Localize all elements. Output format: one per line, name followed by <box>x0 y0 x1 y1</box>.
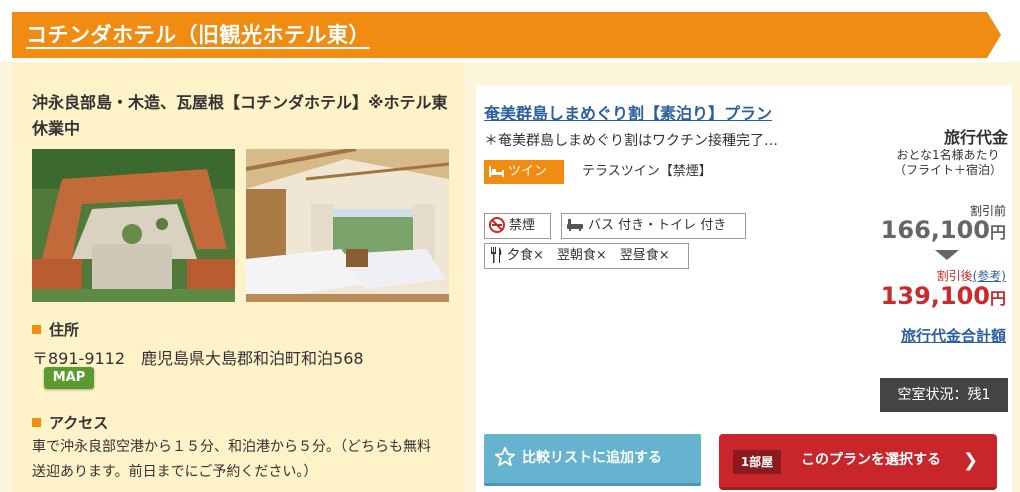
plan-panel: 奄美群島しまめぐり割【素泊り】プラン ＊奄美群島しまめぐり割はワクチン接種完了…… <box>464 62 1020 492</box>
no-smoking-icon <box>489 216 505 233</box>
hotel-name: 沖永良部島・木造、瓦屋根【コチンダホテル】※ホテル東休業中 <box>32 93 448 138</box>
banner-arrow <box>987 12 1001 58</box>
before-discount-value: 166,100 <box>880 216 990 244</box>
hotel-banner: コチンダホテル（旧観光ホテル東） <box>0 0 1020 62</box>
room-badge: ツイン <box>484 160 564 184</box>
map-button[interactable]: MAP <box>44 367 94 389</box>
meals-tag: 夕食× 翌朝食× 翌昼食× <box>484 243 689 269</box>
meals-label: 夕食× 翌朝食× 翌昼食× <box>507 248 670 263</box>
select-plan-button[interactable]: 1部屋 このプランを選択する ❯ <box>719 434 997 490</box>
yen-unit: 円 <box>989 289 1006 308</box>
price-heading: 旅行代金 <box>943 128 1008 147</box>
price-subtitle: おとな1名様あたり （フライト＋宿泊） <box>888 148 1008 178</box>
yen-unit: 円 <box>989 223 1006 242</box>
plan-description: ＊奄美群島しまめぐり割はワクチン接種完了… <box>484 133 778 149</box>
bath-icon <box>567 218 583 231</box>
hotel-address: 〒891-9112 鹿児島県大島郡和泊町和泊568 <box>32 349 364 368</box>
access-heading: アクセス <box>32 412 108 433</box>
add-to-compare-label: 比較リストに追加する <box>522 450 662 466</box>
plan-card: 奄美群島しまめぐり割【素泊り】プラン ＊奄美群島しまめぐり割はワクチン接種完了…… <box>476 86 1012 492</box>
room-badge-label: ツイン <box>508 164 548 179</box>
price-sub-line2: （フライト＋宿泊） <box>893 163 1002 177</box>
access-heading-text: アクセス <box>49 414 109 432</box>
before-discount-price: 166,100円 <box>881 216 1006 244</box>
bath-toilet-tag: バス 付き・トイレ 付き <box>561 213 746 239</box>
after-discount-label-text: 割引後 <box>936 269 973 283</box>
bullet-square-icon <box>32 325 41 334</box>
no-smoking-tag: 禁煙 <box>484 213 551 239</box>
room-type: テラスツイン【禁煙】 <box>582 164 712 179</box>
hotel-title-link[interactable]: コチンダホテル（旧観光ホテル東） <box>26 19 370 49</box>
chevron-right-icon: ❯ <box>963 450 979 471</box>
after-discount-value: 139,100 <box>880 282 990 310</box>
fork-knife-icon <box>491 246 502 263</box>
hotel-access-text: 車で沖永良部空港から１５分、和泊港から５分。（どちらも無料送迎あります。前日まで… <box>32 439 431 480</box>
after-discount-price: 139,100円 <box>881 282 1006 310</box>
bath-toilet-label: バス 付き・トイレ 付き <box>588 218 727 233</box>
left-edge-strip <box>0 62 12 492</box>
price-sub-line1: おとな1名様あたり <box>896 148 1000 162</box>
reference-link[interactable]: (参考) <box>973 269 1006 283</box>
add-to-compare-button[interactable]: 比較リストに追加する <box>484 434 701 486</box>
total-price-link[interactable]: 旅行代金合計額 <box>901 325 1006 346</box>
address-heading-text: 住所 <box>49 321 80 339</box>
plan-title-link[interactable]: 奄美群島しまめぐり割【素泊り】プラン <box>484 100 772 124</box>
address-heading: 住所 <box>32 319 79 340</box>
hotel-info-panel: 沖永良部島・木造、瓦屋根【コチンダホテル】※ホテル東休業中 住所 〒891-91… <box>12 62 464 492</box>
bed-icon <box>489 166 504 177</box>
vacancy-status: 空室状況：残1 <box>880 378 1008 412</box>
select-plan-label: このプランを選択する <box>801 452 941 468</box>
hotel-exterior-photo[interactable] <box>32 149 235 302</box>
star-icon <box>494 446 516 467</box>
room-quantity-badge: 1部屋 <box>733 450 781 474</box>
hotel-room-photo[interactable] <box>246 149 449 302</box>
arrow-down-icon <box>935 250 959 260</box>
bullet-square-icon <box>32 418 41 427</box>
no-smoking-label: 禁煙 <box>509 218 536 233</box>
